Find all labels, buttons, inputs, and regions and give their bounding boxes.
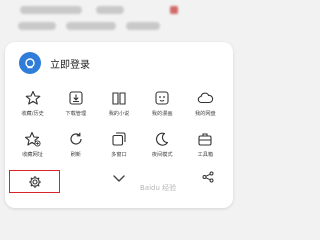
comic-icon (153, 89, 171, 107)
gear-icon (28, 175, 41, 188)
menu-item-label: 工具箱 (197, 152, 214, 158)
menu-item-label: 我的小说 (108, 111, 130, 117)
download-icon (67, 89, 85, 107)
menu-item-toolbox[interactable]: 工具箱 (184, 130, 227, 158)
menu-item-bookmark-site[interactable]: 收藏网址 (11, 130, 54, 158)
moon-icon (153, 130, 171, 148)
watermark: Baidu 经验 (140, 184, 177, 192)
chevron-down-icon (113, 174, 125, 182)
share-icon (202, 171, 214, 183)
menu-item-label: 夜间模式 (151, 152, 173, 158)
avatar[interactable] (19, 52, 41, 74)
background-content (0, 0, 238, 44)
menu-row-1: 收藏/历史 下载管理 我的小说 我的漫画 我的网盘 (11, 89, 227, 117)
menu-item-download-manager[interactable]: 下载管理 (54, 89, 97, 117)
menu-item-multi-window[interactable]: 多窗口 (97, 130, 140, 158)
login-label[interactable]: 立即登录 (50, 56, 90, 71)
menu-item-label: 多窗口 (111, 152, 127, 158)
menu-item-night-mode[interactable]: 夜间模式 (141, 130, 184, 158)
star-icon (24, 89, 42, 107)
user-icon (25, 58, 35, 69)
menu-item-my-novels[interactable]: 我的小说 (97, 89, 140, 117)
menu-item-label: 我的网盘 (194, 111, 216, 117)
menu-item-my-comics[interactable]: 我的漫画 (141, 89, 184, 117)
login-row[interactable]: 立即登录 (19, 52, 90, 74)
book-icon (110, 89, 128, 107)
collapse-menu-button[interactable] (111, 172, 127, 184)
add-bookmark-icon (24, 130, 42, 148)
bottom-bar (5, 165, 233, 195)
menu-item-refresh[interactable]: 刷新 (54, 130, 97, 158)
menu-item-label: 下载管理 (65, 111, 87, 117)
menu-item-label: 收藏/历史 (21, 111, 44, 117)
menu-item-my-cloud-drive[interactable]: 我的网盘 (184, 89, 227, 117)
menu-item-label: 我的漫画 (151, 111, 173, 117)
refresh-icon (67, 130, 85, 148)
share-button[interactable] (201, 170, 215, 184)
menu-item-label: 刷新 (70, 152, 81, 158)
menu-panel: 立即登录 收藏/历史 下载管理 我的小说 我的漫画 我的网盘 收藏网址 刷新 多… (5, 42, 233, 208)
toolbox-icon (196, 130, 214, 148)
menu-item-label: 收藏网址 (22, 152, 43, 158)
menu-row-2: 收藏网址 刷新 多窗口 夜间模式 工具箱 (11, 130, 227, 158)
cloud-icon (196, 89, 214, 107)
multi-window-icon (110, 130, 128, 148)
menu-item-favorites-history[interactable]: 收藏/历史 (11, 89, 54, 117)
settings-button[interactable] (9, 170, 60, 193)
